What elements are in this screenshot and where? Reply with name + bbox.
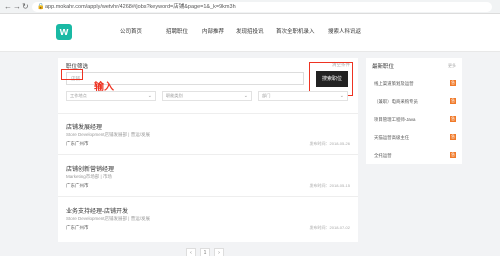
latest-jobs-sidebar: 最新职位 更多 线上渠道策划及运营 急 （兼职）电商采购专员 急 项目管理工程师…: [366, 58, 462, 164]
nav-home[interactable]: 公司首页: [120, 28, 142, 36]
sidebar-more-link[interactable]: 更多: [448, 63, 456, 69]
sidebar-job-item[interactable]: 全托运营 急: [372, 152, 456, 160]
job-title[interactable]: 店铺发展经理: [66, 122, 102, 131]
job-date: 发布时间：2018-05-15: [309, 183, 350, 188]
job-dept: Store Development店铺发展部 | 营运/发展: [66, 216, 150, 221]
job-location: 广东广州市: [66, 225, 89, 230]
divider: [58, 154, 358, 155]
nav-discover[interactable]: 发现招投讯: [236, 28, 264, 36]
location-select[interactable]: 工作地点 ⌄: [66, 91, 156, 101]
lock-icon: 🔒: [37, 4, 45, 10]
prev-page-button[interactable]: ‹: [186, 248, 196, 256]
page-1-button[interactable]: 1: [200, 248, 210, 256]
nav-referral[interactable]: 内部推荐: [202, 28, 224, 36]
back-icon[interactable]: ←: [4, 2, 12, 12]
sidebar-job-item[interactable]: 项目管理工程师-Java 急: [372, 116, 456, 124]
urgent-badge: 急: [450, 152, 456, 158]
job-dept: Store Development店铺发展部 | 营运/发展: [66, 132, 150, 137]
urgent-badge: 急: [450, 116, 456, 122]
job-date: 发布时间：2018-05-26: [309, 141, 350, 146]
nav-jobs[interactable]: 招聘职位: [166, 28, 188, 36]
nav-entry[interactable]: 首次全职机录入: [276, 28, 315, 36]
category-select[interactable]: 职能类别 ⌄: [162, 91, 252, 101]
urgent-badge: 急: [450, 134, 456, 140]
next-page-button[interactable]: ›: [214, 248, 224, 256]
divider: [58, 196, 358, 197]
logo[interactable]: w: [56, 24, 72, 40]
sidebar-title: 最新职位: [372, 64, 395, 70]
chevron-down-icon: ⌄: [147, 93, 152, 99]
job-list-panel: 职位筛选 清空条件 店铺 输入 搜索职位 工作地点 ⌄ 职能类别 ⌄ 部门 ⌄ 店铺发…: [58, 58, 358, 242]
url-text: app.mokahr.com/apply/wetvhr/4268#/jobs?k…: [45, 4, 236, 10]
site-header: w 公司首页 招聘职位 内部推荐 发现招投讯 首次全职机录入 搜索人科讯返: [0, 14, 500, 52]
sidebar-job-item[interactable]: （兼职）电商采购专员 急: [372, 98, 456, 106]
job-location: 广东广州市: [66, 141, 89, 146]
input-highlight-box: [61, 69, 83, 80]
divider: [58, 113, 358, 114]
browser-toolbar: ← → ↻ 🔒 app.mokahr.com/apply/wetvhr/4268…: [0, 0, 500, 14]
job-location: 广东广州市: [66, 183, 89, 188]
department-select[interactable]: 部门 ⌄: [258, 91, 348, 101]
chevron-down-icon: ⌄: [339, 93, 344, 99]
nav-search[interactable]: 搜索人科讯返: [328, 28, 361, 36]
job-dept: Marketing市场部 | 市场: [66, 174, 112, 179]
urgent-badge: 急: [450, 98, 456, 104]
forward-icon[interactable]: →: [13, 2, 21, 12]
address-bar[interactable]: 🔒 app.mokahr.com/apply/wetvhr/4268#/jobs…: [32, 2, 492, 12]
sidebar-job-item[interactable]: 线上渠道策划及运营 急: [372, 80, 456, 88]
reload-icon[interactable]: ↻: [22, 2, 29, 12]
urgent-badge: 急: [450, 80, 456, 86]
chevron-down-icon: ⌄: [243, 93, 248, 99]
job-title[interactable]: 店铺创新营销经理: [66, 164, 114, 173]
job-title[interactable]: 业务支持经理-店铺开发: [66, 206, 128, 215]
job-date: 发布时间：2018-07-02: [309, 225, 350, 230]
sidebar-job-item[interactable]: 天猫运营高级主任 急: [372, 134, 456, 142]
